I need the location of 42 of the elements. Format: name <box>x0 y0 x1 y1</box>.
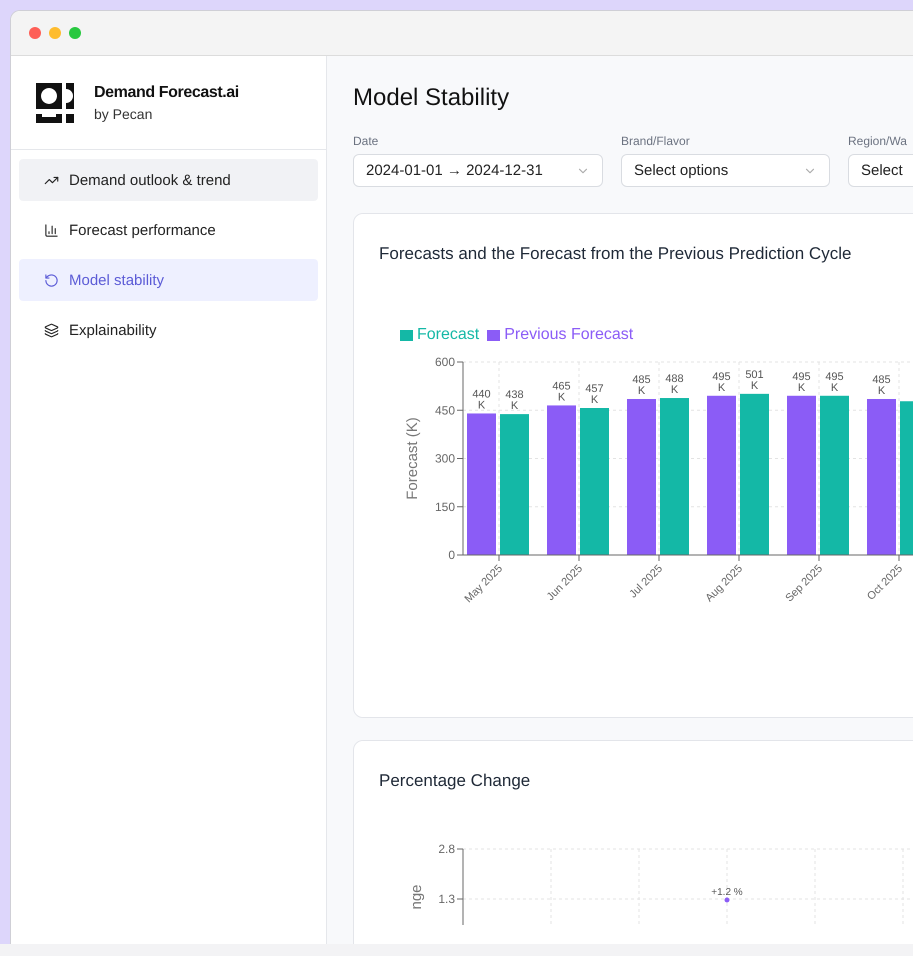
card-title: Forecasts and the Forecast from the Previous Prediction Cycle <box>379 244 852 264</box>
bar-value-label: 438 K <box>505 389 524 412</box>
data-point <box>724 898 730 902</box>
y-tick-label: 600 <box>434 355 455 369</box>
y-tick-label: 150 <box>434 500 455 514</box>
bar-value-label: 495 K <box>712 370 731 394</box>
filter-label: Date <box>353 134 380 148</box>
bar-value-label: 440 K <box>472 388 491 412</box>
sidebar-item[interactable]: Model stability <box>19 259 318 301</box>
filter-label: Region/Wa <box>848 134 908 148</box>
y-axis-title: Forecast (K) <box>404 417 421 500</box>
card-title: Percentage Change <box>379 771 532 791</box>
layers-icon <box>44 322 59 338</box>
bar-value-label: 485 K <box>632 374 651 397</box>
y-tick-label: 0 <box>448 548 455 562</box>
bar-value-label: 495 K <box>825 370 844 394</box>
page-title: Model Stability <box>353 84 510 112</box>
bar-chart-icon <box>44 222 59 238</box>
select-field[interactable]: Select <box>848 154 913 187</box>
close-window-button[interactable] <box>29 27 41 39</box>
minimize-window-button[interactable] <box>49 27 61 39</box>
rotate-icon <box>44 272 59 288</box>
y-tick-label: 2.8 <box>438 842 455 856</box>
legend-item[interactable]: Previous Forecast <box>487 326 634 344</box>
bar-value-label: 495 K <box>792 370 811 394</box>
bar-value-label: 457 K <box>585 383 604 406</box>
select-field[interactable]: Select options <box>621 154 830 187</box>
sidebar-item[interactable]: Demand outlook & trend <box>19 159 318 201</box>
brand-name: Demand Forecast.ai <box>94 84 239 102</box>
zoom-window-button[interactable] <box>69 27 81 39</box>
y-tick-label: 300 <box>434 452 455 466</box>
y-tick-label: 1.3 <box>438 892 455 906</box>
bar-value-label: 485 K <box>872 374 891 397</box>
bar-value-label: 465 K <box>552 380 571 404</box>
filter-label: Brand/Flavor <box>621 134 691 148</box>
brand-byline: by Pecan <box>94 106 154 122</box>
y-tick-label: 450 <box>434 403 455 418</box>
y-axis-title: nge <box>408 884 425 910</box>
select-field[interactable]: 2024-01-01 → 2024-12-31 <box>353 154 603 187</box>
bar-value-label: 488 K <box>665 373 684 396</box>
bar-value-label: 501 K <box>745 368 764 392</box>
data-label: +1.2 % <box>711 887 743 898</box>
